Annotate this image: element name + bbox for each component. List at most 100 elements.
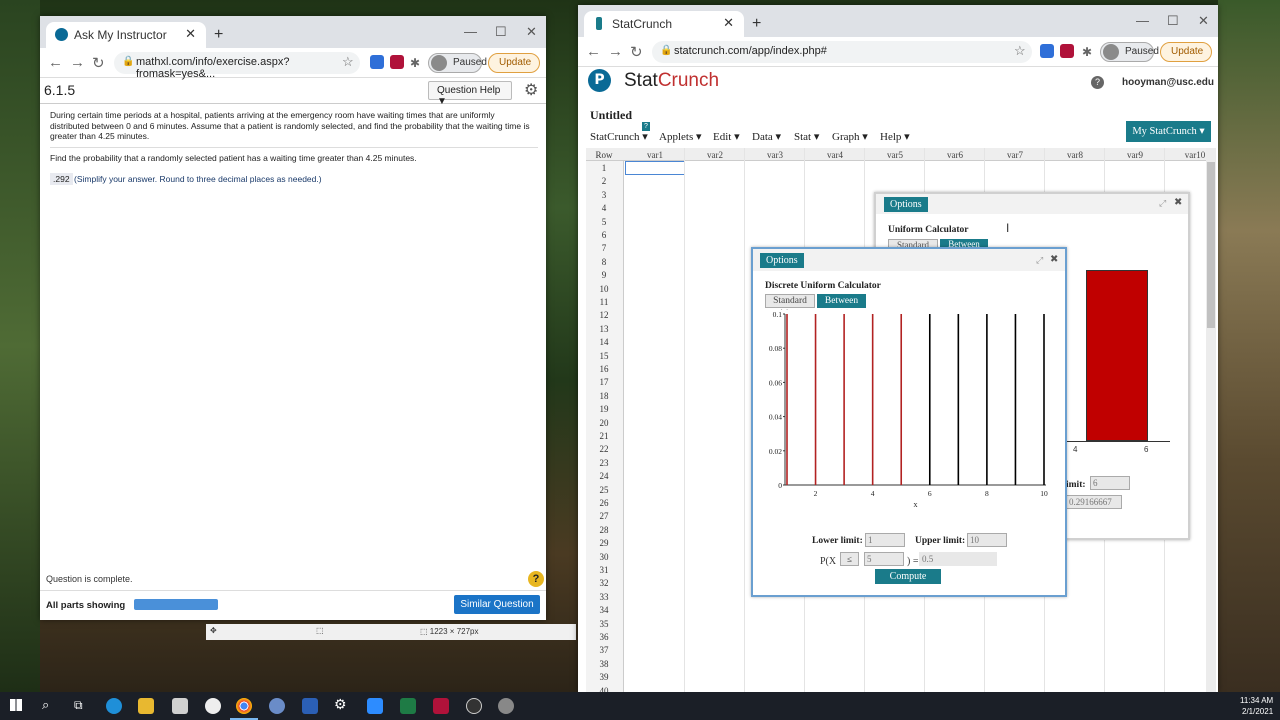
chrome-icon[interactable] (236, 698, 252, 714)
close-icon[interactable]: ✖ (1050, 254, 1058, 265)
tab-ask-my-instructor[interactable]: Ask My Instructor ✕ (46, 22, 206, 48)
forward-icon[interactable]: → (608, 43, 623, 60)
row-number[interactable]: 3 (586, 190, 622, 200)
row-number[interactable]: 12 (586, 310, 622, 320)
options-button[interactable]: Options (884, 197, 928, 212)
row-number[interactable]: 35 (586, 619, 622, 629)
menu-data[interactable]: Data ▾ (752, 130, 781, 143)
row-number[interactable]: 24 (586, 471, 622, 481)
maximize-icon[interactable]: ☐ (495, 24, 507, 40)
close-tab-icon[interactable]: ✕ (723, 15, 734, 31)
row-number[interactable]: 19 (586, 404, 622, 414)
extension-icon[interactable] (370, 55, 384, 69)
back-icon[interactable]: ← (48, 54, 63, 71)
statcrunch-logo[interactable]: StatCrunch (624, 70, 719, 92)
close-tab-icon[interactable]: ✕ (185, 26, 196, 42)
calculator-icon[interactable] (172, 698, 188, 714)
row-number[interactable]: 8 (586, 257, 622, 267)
reload-icon[interactable]: ↻ (630, 43, 643, 61)
row-number[interactable]: 32 (586, 578, 622, 588)
row-number[interactable]: 17 (586, 377, 622, 387)
column-header[interactable]: var3 (745, 150, 805, 160)
row-number[interactable]: 6 (586, 230, 622, 240)
update-button[interactable]: Update (488, 53, 540, 73)
row-number[interactable]: 10 (586, 284, 622, 294)
row-number[interactable]: 13 (586, 324, 622, 334)
puzzle-icon[interactable]: ✱ (410, 56, 420, 70)
expand-icon[interactable]: ⤢ (1159, 198, 1166, 209)
column-header[interactable]: var6 (925, 150, 985, 160)
column-header[interactable]: var5 (865, 150, 925, 160)
column-header[interactable]: var9 (1105, 150, 1165, 160)
close-window-icon[interactable]: ✕ (1198, 13, 1209, 29)
forward-icon[interactable]: → (70, 54, 85, 71)
column-header[interactable]: var2 (685, 150, 745, 160)
row-number[interactable]: 2 (586, 176, 622, 186)
bookmark-star-icon[interactable]: ☆ (1014, 43, 1026, 59)
similar-question-button[interactable]: Similar Question (454, 595, 540, 614)
snip-tool-icon[interactable] (498, 698, 514, 714)
address-bar[interactable]: 🔒 statcrunch.com/app/index.php# (652, 41, 1032, 63)
new-tab-icon[interactable]: + (752, 15, 761, 33)
address-bar[interactable]: 🔒 mathxl.com/info/exercise.aspx?fromask=… (114, 52, 360, 80)
answer-box[interactable]: .292 (50, 173, 73, 185)
row-number[interactable]: 21 (586, 431, 622, 441)
compute-button[interactable]: Compute (875, 569, 941, 584)
menu-statcrunch[interactable]: StatCrunch ▾ (590, 130, 648, 143)
row-number[interactable]: 26 (586, 498, 622, 508)
upper-limit-input[interactable]: 10 (967, 533, 1007, 547)
column-header[interactable]: var7 (985, 150, 1045, 160)
clock-date[interactable]: 2/1/2021 (1242, 707, 1273, 716)
windows-start-icon[interactable] (10, 699, 22, 711)
menu-graph[interactable]: Graph ▾ (832, 130, 868, 143)
row-number[interactable]: 16 (586, 364, 622, 374)
file-explorer-icon[interactable] (138, 698, 154, 714)
row-number[interactable]: 37 (586, 645, 622, 655)
extension-icon[interactable] (1060, 44, 1074, 58)
menu-help[interactable]: Help ▾ (880, 130, 910, 143)
help-icon[interactable]: ? (528, 571, 544, 587)
column-header[interactable]: var10 (1165, 150, 1216, 160)
update-button[interactable]: Update (1160, 42, 1212, 62)
clock-time[interactable]: 11:34 AM (1240, 696, 1273, 705)
row-number[interactable]: 22 (586, 444, 622, 454)
row-number[interactable]: 18 (586, 391, 622, 401)
tab-statcrunch[interactable]: StatCrunch ✕ (584, 11, 744, 37)
row-number[interactable]: 20 (586, 418, 622, 428)
gear-icon[interactable]: ⚙ (524, 80, 538, 100)
extension-icon[interactable] (390, 55, 404, 69)
mymathlab-icon[interactable] (433, 698, 449, 714)
extension-icon[interactable] (1040, 44, 1054, 58)
row-number[interactable]: 14 (586, 337, 622, 347)
tab-between[interactable]: Between (817, 294, 866, 308)
row-number[interactable]: 36 (586, 632, 622, 642)
row-number[interactable]: 5 (586, 217, 622, 227)
column-header[interactable]: var1 (625, 150, 685, 160)
reload-icon[interactable]: ↻ (92, 54, 105, 72)
question-help-button[interactable]: Question Help ▼ (428, 81, 512, 107)
row-number[interactable]: 9 (586, 270, 622, 280)
excel-icon[interactable] (400, 698, 416, 714)
row-number[interactable]: 4 (586, 203, 622, 213)
row-number[interactable]: 15 (586, 351, 622, 361)
row-number[interactable]: 28 (586, 525, 622, 535)
tab-standard[interactable]: Standard (765, 294, 815, 308)
menu-edit[interactable]: Edit ▾ (713, 130, 740, 143)
puzzle-icon[interactable]: ✱ (1082, 45, 1092, 59)
prob-value-input[interactable]: 5 (864, 552, 904, 566)
close-window-icon[interactable]: ✕ (526, 24, 537, 40)
upper-limit-input[interactable]: 6 (1090, 476, 1130, 490)
r-icon[interactable] (269, 698, 285, 714)
pearson-logo-icon[interactable]: P (588, 69, 611, 92)
obs-icon[interactable] (466, 698, 482, 714)
minimize-icon[interactable]: — (464, 24, 477, 39)
row-number[interactable]: 31 (586, 565, 622, 575)
maximize-icon[interactable]: ☐ (1167, 13, 1179, 29)
row-number[interactable]: 1 (586, 163, 622, 173)
scrollbar-thumb[interactable] (1207, 162, 1215, 328)
row-number[interactable]: 23 (586, 458, 622, 468)
selected-cell[interactable] (625, 161, 685, 175)
row-number[interactable]: 33 (586, 592, 622, 602)
row-number[interactable]: 29 (586, 538, 622, 548)
menu-applets[interactable]: Applets ▾ (659, 130, 702, 143)
